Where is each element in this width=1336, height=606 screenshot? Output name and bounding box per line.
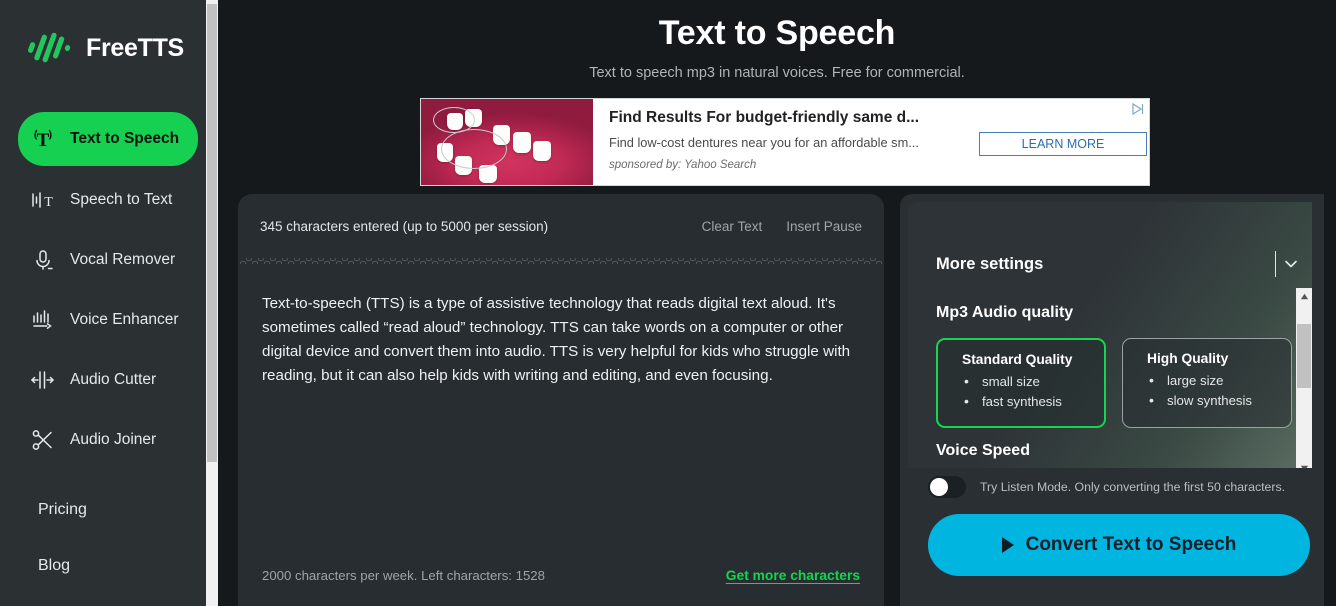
sidebar-scrollbar-thumb[interactable] [207, 4, 217, 462]
quality-option-high[interactable]: High Quality large size slow synthesis [1122, 338, 1292, 428]
sidebar-item-pricing[interactable]: Pricing [0, 484, 218, 536]
sidebar: FreeTTS T Text to Speech T Speech to Tex… [0, 0, 218, 606]
settings-panel: More settings Mp3 Audio quality Standard… [900, 194, 1324, 606]
sidebar-item-text-to-speech[interactable]: T Text to Speech [18, 112, 198, 166]
sidebar-item-audio-joiner[interactable]: Audio Joiner [0, 414, 218, 466]
quality-feature-list: small size fast synthesis [962, 371, 1104, 412]
convert-button-label: Convert Text to Speech [1025, 534, 1237, 555]
ad-banner[interactable]: Find Results For budget-friendly same d.… [420, 98, 1150, 186]
sidebar-link-label: Blog [38, 557, 71, 574]
adchoices-icon[interactable] [1131, 102, 1145, 116]
play-triangle-icon [1001, 537, 1014, 553]
text-to-speech-icon: T [30, 126, 56, 152]
voice-enhancer-icon [30, 307, 56, 333]
page-subtitle: Text to speech mp3 in natural voices. Fr… [589, 65, 965, 81]
listen-mode-toggle[interactable] [928, 476, 966, 498]
speech-to-text-icon: T [30, 187, 56, 213]
character-count-label: 345 characters entered (up to 5000 per s… [260, 218, 549, 234]
sidebar-scrollbar[interactable] [206, 0, 218, 606]
settings-scroll-area: More settings Mp3 Audio quality Standard… [908, 202, 1312, 468]
quality-options-row: Standard Quality small size fast synthes… [908, 322, 1312, 428]
editor-toolbar: 345 characters entered (up to 5000 per s… [238, 194, 884, 258]
sidebar-item-blog[interactable]: Blog [0, 540, 218, 592]
text-input-area[interactable]: Text-to-speech (TTS) is a type of assist… [238, 264, 884, 540]
sidebar-item-vocal-remover[interactable]: Vocal Remover [0, 234, 218, 286]
ad-sponsored-label: sponsored by: Yahoo Search [609, 159, 757, 171]
chevron-down-icon[interactable] [1282, 255, 1300, 273]
editor-actions: Clear Text Insert Pause [702, 219, 862, 234]
editor-footer: 2000 characters per week. Left character… [238, 544, 884, 606]
quality-feature: large size [1147, 370, 1291, 391]
listen-mode-note: Try Listen Mode. Only converting the fir… [980, 480, 1286, 494]
quality-feature-list: large size slow synthesis [1147, 370, 1291, 411]
scroll-up-arrow-icon[interactable] [1296, 288, 1312, 304]
settings-scrollbar-thumb[interactable] [1297, 324, 1311, 388]
app-root: FreeTTS T Text to Speech T Speech to Tex… [0, 0, 1336, 606]
sidebar-item-label: Text to Speech [70, 130, 180, 147]
waveform-slash-logo-icon [27, 31, 73, 65]
ad-title[interactable]: Find Results For budget-friendly same d.… [609, 109, 1143, 127]
svg-text:T: T [37, 130, 50, 151]
more-settings-header[interactable]: More settings [908, 202, 1312, 286]
audio-cutter-icon [30, 367, 56, 393]
svg-text:T: T [44, 195, 53, 210]
quality-option-standard[interactable]: Standard Quality small size fast synthes… [936, 338, 1106, 428]
listen-mode-row: Try Listen Mode. Only converting the fir… [900, 476, 1285, 498]
voice-speed-title: Voice Speed [936, 442, 1030, 459]
clear-text-button[interactable]: Clear Text [702, 219, 763, 234]
text-caret [1275, 251, 1276, 277]
toggle-knob [930, 478, 948, 496]
quality-feature: slow synthesis [1147, 390, 1291, 411]
microphone-icon [30, 247, 56, 273]
quality-option-name: Standard Quality [962, 352, 1073, 367]
sidebar-item-label: Vocal Remover [70, 251, 176, 268]
text-editor-panel: 345 characters entered (up to 5000 per s… [238, 194, 884, 606]
sidebar-item-voice-enhancer[interactable]: Voice Enhancer [0, 294, 218, 346]
sidebar-link-label: Pricing [38, 501, 87, 518]
sidebar-item-label: Audio Joiner [70, 431, 157, 448]
scroll-down-arrow-icon[interactable] [1296, 460, 1312, 468]
ad-body: Find Results For budget-friendly same d.… [593, 99, 1149, 185]
brand[interactable]: FreeTTS [0, 0, 218, 74]
sidebar-item-label: Audio Cutter [70, 371, 157, 388]
convert-text-to-speech-button[interactable]: Convert Text to Speech [928, 514, 1310, 576]
learn-more-button[interactable]: LEARN MORE [979, 132, 1147, 156]
page-title: Text to Speech [658, 14, 896, 52]
brand-name: FreeTTS [86, 33, 184, 62]
quality-feature: fast synthesis [962, 391, 1104, 412]
sidebar-nav: T Text to Speech T Speech to Text Vocal … [0, 112, 218, 592]
insert-pause-button[interactable]: Insert Pause [786, 219, 862, 234]
settings-scrollbar[interactable] [1296, 288, 1312, 468]
scissors-icon [30, 427, 56, 453]
nav-divider-gap [0, 474, 218, 484]
more-settings-label: More settings [936, 254, 1044, 273]
sidebar-item-label: Voice Enhancer [70, 311, 179, 328]
more-settings-toggle[interactable] [1275, 251, 1300, 277]
sidebar-item-audio-cutter[interactable]: Audio Cutter [0, 354, 218, 406]
quality-feature: small size [962, 371, 1104, 392]
quota-note: 2000 characters per week. Left character… [262, 567, 545, 583]
main-content: Text to Speech Text to speech mp3 in nat… [218, 0, 1336, 606]
ad-image [421, 99, 593, 185]
mp3-audio-quality-title: Mp3 Audio quality [936, 304, 1074, 321]
get-more-characters-link[interactable]: Get more characters [726, 568, 860, 583]
sidebar-item-label: Speech to Text [70, 191, 173, 208]
quality-option-name: High Quality [1147, 351, 1229, 366]
sidebar-item-speech-to-text[interactable]: T Speech to Text [0, 174, 218, 226]
